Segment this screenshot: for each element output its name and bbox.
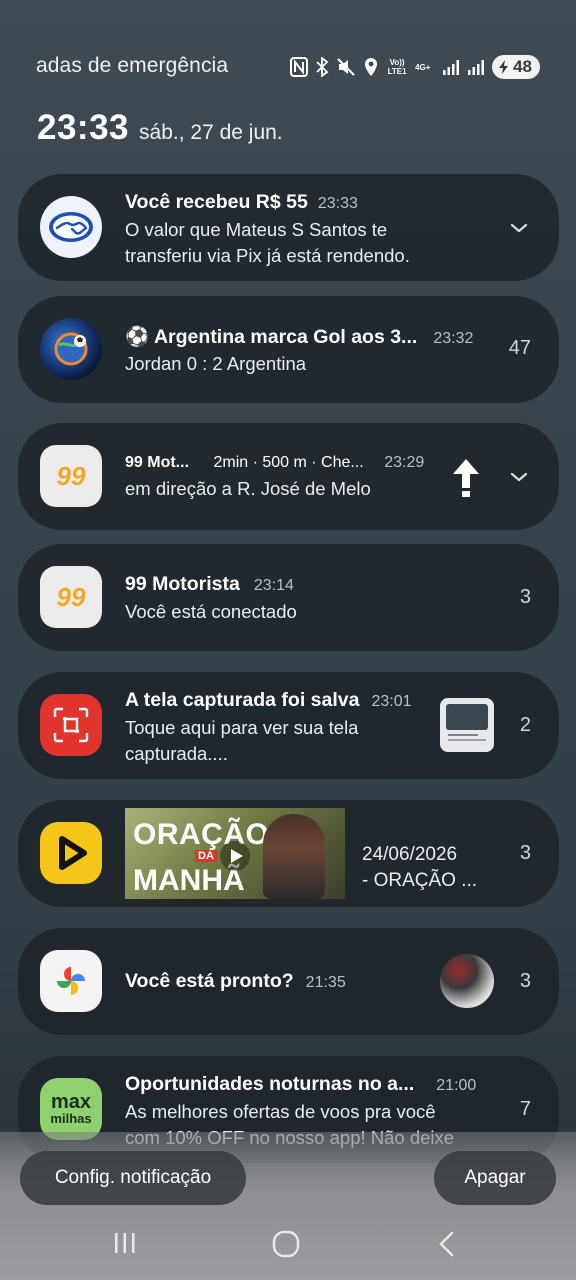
notification-body: O valor que Mateus S Santos te transferi…: [125, 219, 410, 266]
photo-thumbnail: [440, 954, 494, 1008]
clear-all-button[interactable]: Apagar: [434, 1151, 556, 1205]
notification-card[interactable]: A tela capturada foi salva 23:01 Toque aq…: [18, 672, 559, 779]
notification-title: 99 Motorista 23:14: [125, 573, 294, 595]
recent-apps-icon[interactable]: [112, 1230, 138, 1256]
video-thumbnail[interactable]: ORAÇÃO DA MANHÃ: [125, 808, 345, 899]
home-icon[interactable]: [272, 1230, 300, 1258]
notification-time: 23:01: [371, 693, 412, 710]
clock-row: 23:33 sáb., 27 de jun.: [37, 108, 283, 148]
notification-body: Jordan 0 : 2 Argentina: [125, 353, 307, 374]
notification-title: Oportunidades noturnas no a... 21:00: [125, 1073, 477, 1095]
emergency-calls-text: adas de emergência: [36, 54, 229, 77]
notification-card[interactable]: ORAÇÃO DA MANHÃ 24/06/2026 - ORAÇÃO ... …: [18, 800, 559, 907]
notification-title: Você recebeu R$ 55 23:33: [125, 191, 358, 213]
navigation-bar: [0, 1220, 576, 1266]
notification-card[interactable]: Você recebeu R$ 55 23:33 O valor que Mate…: [18, 174, 559, 281]
status-bar: adas de emergência Vo)) LTE1 4G+ 48 23:3…: [0, 0, 576, 147]
date: sáb., 27 de jun.: [139, 121, 283, 144]
notification-subtitle: 2min · 500 m · Che...: [213, 454, 364, 471]
notification-title: Você está pronto? 21:35: [125, 970, 346, 992]
notification-title: ⚽ Argentina marca Gol aos 3... 23:32: [125, 326, 474, 348]
notification-body: em direção a R. José de Melo: [125, 478, 371, 499]
video-app-icon: [40, 822, 102, 884]
screenshot-icon: [40, 694, 102, 756]
battery-indicator: 48: [492, 55, 540, 79]
notification-card[interactable]: 99 99 Mot... 2min · 500 m · Che... 23:29…: [18, 423, 559, 530]
clock: 23:33: [37, 108, 130, 147]
notification-body: 24/06/2026 - ORAÇÃO ...: [362, 844, 478, 891]
arrow-up-icon: [453, 459, 479, 497]
bluetooth-icon: [315, 57, 329, 77]
notification-title: 99 Mot... 2min · 500 m · Che... 23:29: [125, 454, 425, 471]
thumbnail-title-mid: DA: [195, 850, 217, 862]
notification-time: 23:29: [384, 454, 425, 471]
location-icon: [363, 57, 379, 77]
play-icon: [220, 841, 250, 871]
notification-card[interactable]: Você está pronto? 21:35 3: [18, 928, 559, 1035]
notification-title: A tela capturada foi salva 23:01: [125, 689, 412, 711]
volte-lte-icon: Vo)) LTE1: [387, 58, 407, 76]
nfc-icon: [290, 57, 309, 77]
notification-count: 3: [519, 970, 531, 992]
notification-count: 7: [519, 1098, 531, 1120]
notification-time: 23:14: [253, 577, 294, 594]
notification-card[interactable]: ⚽ Argentina marca Gol aos 3... 23:32 Jord…: [18, 296, 559, 403]
battery-level: 48: [513, 57, 532, 76]
notification-settings-button[interactable]: Config. notificação: [20, 1151, 246, 1205]
chevron-down-icon[interactable]: [509, 218, 529, 238]
notification-time: 21:35: [305, 974, 346, 991]
notification-body: Toque aqui para ver sua tela capturada..…: [125, 717, 359, 764]
notification-count: 3: [519, 842, 531, 864]
signal-icon-2: [467, 59, 485, 75]
99-app-icon: 99: [40, 445, 102, 507]
back-icon[interactable]: [436, 1230, 458, 1258]
sports-app-icon: [40, 318, 102, 380]
charging-icon: [499, 60, 509, 74]
notification-card[interactable]: 99 99 Motorista 23:14 Você está conectado…: [18, 544, 559, 651]
99-app-icon: 99: [40, 566, 102, 628]
max-milhas-icon: max milhas: [40, 1078, 102, 1140]
mute-icon: [336, 57, 356, 77]
notification-count: 47: [508, 337, 531, 359]
notification-count: 2: [519, 714, 531, 736]
network-type-icon: 4G+: [415, 62, 431, 72]
google-photos-icon: [40, 950, 102, 1012]
signal-icon-1: [442, 59, 460, 75]
screenshot-thumbnail: [440, 698, 494, 752]
chevron-down-icon[interactable]: [509, 467, 529, 487]
status-icons: Vo)) LTE1 4G+ 48: [290, 53, 540, 81]
notification-time: 23:33: [317, 195, 358, 212]
mercado-pago-icon: [40, 196, 102, 258]
notification-body: Você está conectado: [125, 601, 297, 622]
notification-time: 23:32: [433, 330, 474, 347]
notification-time: 21:00: [436, 1077, 477, 1094]
notification-count: 3: [519, 586, 531, 608]
thumbnail-person: [263, 814, 325, 899]
